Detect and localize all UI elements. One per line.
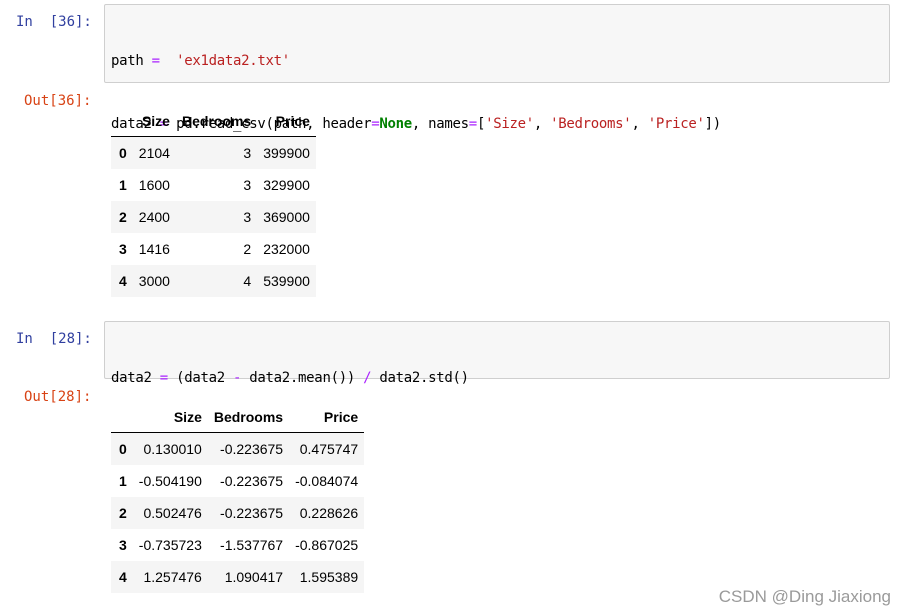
row-index: 3 bbox=[119, 537, 127, 553]
column-header: Size bbox=[132, 106, 176, 137]
row-index: 0 bbox=[119, 145, 127, 161]
table-cell: -0.223675 bbox=[220, 505, 284, 521]
code-token: , bbox=[411, 116, 420, 132]
code-string: 'ex1data2.txt' bbox=[176, 53, 290, 69]
code-operator: = bbox=[151, 53, 160, 69]
code-operator: = bbox=[159, 370, 168, 386]
table-cell: 539900 bbox=[263, 273, 310, 289]
table-row: 0 0.130010 -0.223675 0.475747 bbox=[111, 432, 365, 465]
table-row: 1 1600 3 329900 bbox=[111, 169, 316, 201]
row-index: 4 bbox=[119, 273, 127, 289]
table-row: 2 0.502476 -0.223675 0.228626 bbox=[111, 497, 365, 529]
code-token: data2.std() bbox=[379, 370, 469, 386]
column-header: Size bbox=[132, 402, 208, 433]
dataframe-table: Size Bedrooms Price 0 0.130010 -0.223675… bbox=[111, 402, 365, 593]
table-row: 3 1416 2 232000 bbox=[111, 233, 316, 265]
table-cell: 2104 bbox=[138, 145, 170, 161]
table-cell: 0.228626 bbox=[299, 505, 359, 521]
code-token: [ bbox=[476, 116, 486, 132]
code-token: (data2 bbox=[176, 370, 225, 386]
table-row: 4 3000 4 539900 bbox=[111, 265, 316, 297]
code-cell-28[interactable]: data2 = (data2 - data2.mean()) / data2.s… bbox=[104, 321, 890, 449]
row-index: 2 bbox=[119, 505, 127, 521]
code-string: 'Bedrooms' bbox=[550, 116, 632, 132]
table-cell: -0.867025 bbox=[295, 537, 359, 553]
code-token: , bbox=[631, 116, 640, 132]
table-cell: -0.223675 bbox=[220, 441, 284, 457]
input-prompt-28: In [28]: bbox=[16, 331, 92, 347]
table-row: 4 1.257476 1.090417 1.595389 bbox=[111, 561, 365, 593]
table-cell: 232000 bbox=[263, 241, 310, 257]
table-cell: 1600 bbox=[138, 177, 170, 193]
code-token: , bbox=[533, 116, 542, 132]
table-cell: -0.735723 bbox=[138, 537, 202, 553]
row-index: 1 bbox=[119, 473, 127, 489]
index-header bbox=[111, 402, 133, 433]
table-cell: 2 bbox=[243, 241, 252, 257]
code-string: 'Size' bbox=[485, 116, 534, 132]
output-prompt-36: Out[36]: bbox=[24, 93, 92, 109]
table-cell: 4 bbox=[243, 273, 252, 289]
column-header: Bedrooms bbox=[207, 402, 290, 433]
code-operator: - bbox=[233, 370, 242, 386]
table-cell: -1.537767 bbox=[220, 537, 284, 553]
code-token: data2 bbox=[111, 370, 152, 386]
code-line: data2 = (data2 - data2.mean()) / data2.s… bbox=[111, 368, 883, 389]
table-cell: 3 bbox=[243, 177, 252, 193]
code-keyword: None bbox=[379, 116, 412, 132]
input-prompt-36: In [36]: bbox=[16, 14, 92, 30]
table-cell: 399900 bbox=[263, 145, 310, 161]
table-cell: 369000 bbox=[263, 209, 310, 225]
index-header bbox=[111, 106, 133, 137]
code-token: path bbox=[111, 53, 144, 69]
code-token: ]) bbox=[704, 116, 722, 132]
table-cell: 0.130010 bbox=[143, 441, 202, 457]
table-cell: 1416 bbox=[138, 241, 170, 257]
table-cell: 2400 bbox=[138, 209, 170, 225]
table-cell: 0.502476 bbox=[143, 505, 202, 521]
row-index: 0 bbox=[119, 441, 127, 457]
code-line: path = 'ex1data2.txt' bbox=[111, 51, 883, 72]
row-index: 2 bbox=[119, 209, 127, 225]
table-row: 2 2400 3 369000 bbox=[111, 201, 316, 233]
dataframe-output-36: Size Bedrooms Price 0 2104 3 399900 1 16… bbox=[111, 106, 316, 297]
output-prompt-28: Out[28]: bbox=[24, 389, 92, 405]
table-cell: -0.223675 bbox=[220, 473, 284, 489]
table-cell: 1.090417 bbox=[224, 569, 284, 585]
watermark: CSDN @Ding Jiaxiong bbox=[718, 587, 891, 606]
code-string: 'Price' bbox=[647, 116, 705, 132]
dataframe-output-28: Size Bedrooms Price 0 0.130010 -0.223675… bbox=[111, 402, 365, 593]
code-operator: = bbox=[468, 116, 477, 132]
row-index: 3 bbox=[119, 241, 127, 257]
code-token: data2.mean()) bbox=[249, 370, 355, 386]
row-index: 1 bbox=[119, 177, 127, 193]
code-operator: / bbox=[363, 370, 372, 386]
code-token: header bbox=[322, 116, 372, 132]
table-cell: 3000 bbox=[138, 273, 170, 289]
column-header: Bedrooms bbox=[175, 106, 258, 137]
table-cell: 1.257476 bbox=[143, 569, 202, 585]
table-cell: 1.595389 bbox=[299, 569, 359, 585]
row-index: 4 bbox=[119, 569, 127, 585]
table-cell: -0.084074 bbox=[295, 473, 359, 489]
table-row: 0 2104 3 399900 bbox=[111, 136, 316, 169]
table-cell: 3 bbox=[243, 209, 252, 225]
dataframe-table: Size Bedrooms Price 0 2104 3 399900 1 16… bbox=[111, 106, 316, 297]
code-token: names bbox=[428, 116, 469, 132]
table-row: 1 -0.504190 -0.223675 -0.084074 bbox=[111, 465, 365, 497]
table-cell: 0.475747 bbox=[299, 441, 359, 457]
column-header: Price bbox=[257, 106, 316, 137]
table-row: 3 -0.735723 -1.537767 -0.867025 bbox=[111, 529, 365, 561]
table-cell: 329900 bbox=[263, 177, 310, 193]
code-cell-36[interactable]: path = 'ex1data2.txt' data2 = pd.read_cs… bbox=[104, 4, 890, 195]
table-cell: 3 bbox=[243, 145, 252, 161]
table-header-row: Size Bedrooms Price bbox=[111, 402, 365, 433]
table-header-row: Size Bedrooms Price bbox=[111, 106, 316, 137]
column-header: Price bbox=[289, 402, 365, 433]
table-cell: -0.504190 bbox=[138, 473, 202, 489]
